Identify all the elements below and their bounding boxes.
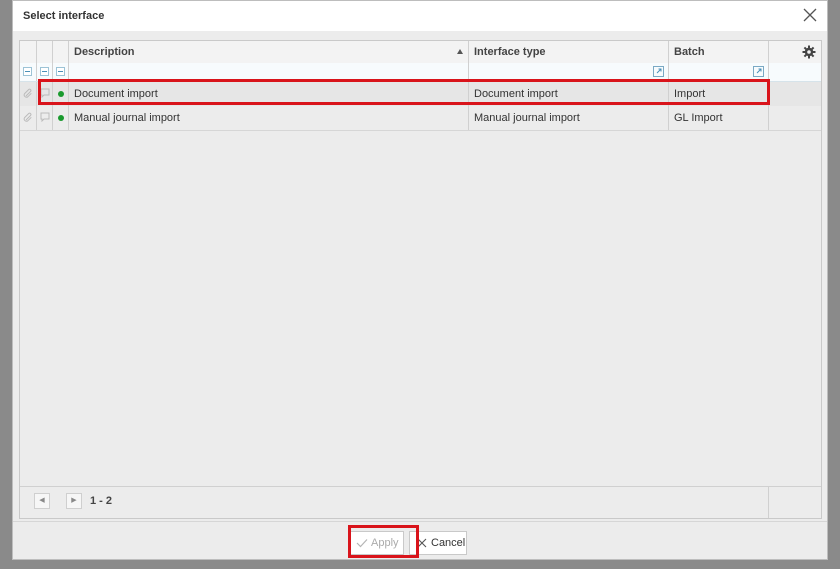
triangle-left-icon: ◀	[39, 497, 45, 504]
comment-icon	[40, 112, 50, 122]
status-cell	[53, 82, 69, 106]
open-lookup-icon[interactable]	[753, 66, 764, 77]
filter-interface-type-input[interactable]	[469, 63, 669, 81]
close-icon	[417, 538, 427, 548]
apply-label: Apply	[371, 537, 399, 549]
sort-ascending-icon	[457, 49, 463, 54]
filter-batch-input[interactable]	[669, 63, 769, 81]
description-cell[interactable]: Document import	[69, 82, 469, 106]
paperclip-icon	[23, 112, 32, 122]
column-header-label: Batch	[674, 46, 705, 58]
filter-row	[20, 63, 821, 82]
gear-icon[interactable]	[802, 45, 816, 59]
pager-divider	[768, 487, 769, 518]
triangle-right-icon: ▶	[71, 497, 77, 504]
attachment-cell[interactable]	[20, 82, 37, 106]
empty-cell	[769, 82, 799, 106]
footer-divider	[13, 521, 827, 522]
status-active-icon	[58, 115, 64, 121]
column-header-description[interactable]: Description	[69, 41, 469, 63]
checkmark-icon	[356, 539, 368, 548]
paperclip-icon	[23, 88, 32, 98]
filter-description-input[interactable]	[69, 63, 469, 81]
title-bar: Select interface	[13, 1, 827, 31]
collapse-icon	[23, 67, 32, 76]
grid-header-row: Description Interface type Batch	[20, 41, 821, 64]
interface-grid: Description Interface type Batch Documen…	[19, 40, 822, 519]
dialog-title: Select interface	[23, 10, 105, 22]
comment-cell[interactable]	[37, 82, 53, 106]
filter-comment-toggle[interactable]	[37, 63, 53, 81]
column-header-label: Description	[74, 46, 135, 58]
header-attachment-col	[20, 41, 37, 63]
cancel-button[interactable]: Cancel	[409, 531, 467, 555]
apply-button[interactable]: Apply	[348, 531, 404, 555]
pager: ◀ ▶ 1 - 2	[20, 486, 821, 518]
page-range: 1 - 2	[90, 495, 113, 507]
collapse-icon	[40, 67, 49, 76]
table-row[interactable]: Manual journal import Manual journal imp…	[20, 106, 821, 131]
comment-cell[interactable]	[37, 106, 53, 130]
status-active-icon	[58, 91, 64, 97]
filter-attachment-toggle[interactable]	[20, 63, 37, 81]
table-row[interactable]: Document import Document import Import	[20, 82, 821, 107]
comment-icon	[40, 88, 50, 98]
filter-status-toggle[interactable]	[53, 63, 69, 81]
status-cell	[53, 106, 69, 130]
select-interface-dialog: Select interface Description Interface t…	[12, 0, 828, 560]
column-header-batch[interactable]: Batch	[669, 41, 769, 63]
close-icon	[803, 8, 817, 22]
header-comment-col	[37, 41, 53, 63]
column-header-label: Interface type	[474, 46, 546, 58]
column-header-interface-type[interactable]: Interface type	[469, 41, 669, 63]
next-page-button[interactable]: ▶	[66, 493, 82, 509]
batch-cell[interactable]: Import	[669, 82, 769, 106]
batch-cell[interactable]: GL Import	[669, 106, 769, 130]
attachment-cell[interactable]	[20, 106, 37, 130]
open-lookup-icon[interactable]	[653, 66, 664, 77]
interface-type-cell[interactable]: Document import	[469, 82, 669, 106]
previous-page-button[interactable]: ◀	[34, 493, 50, 509]
collapse-icon	[56, 67, 65, 76]
cancel-label: Cancel	[431, 537, 466, 549]
empty-cell	[769, 106, 799, 130]
filter-empty-col	[769, 63, 799, 81]
interface-type-cell[interactable]: Manual journal import	[469, 106, 669, 130]
description-cell[interactable]: Manual journal import	[69, 106, 469, 130]
close-button[interactable]	[801, 6, 819, 24]
header-status-col	[53, 41, 69, 63]
header-settings-col	[769, 41, 799, 63]
